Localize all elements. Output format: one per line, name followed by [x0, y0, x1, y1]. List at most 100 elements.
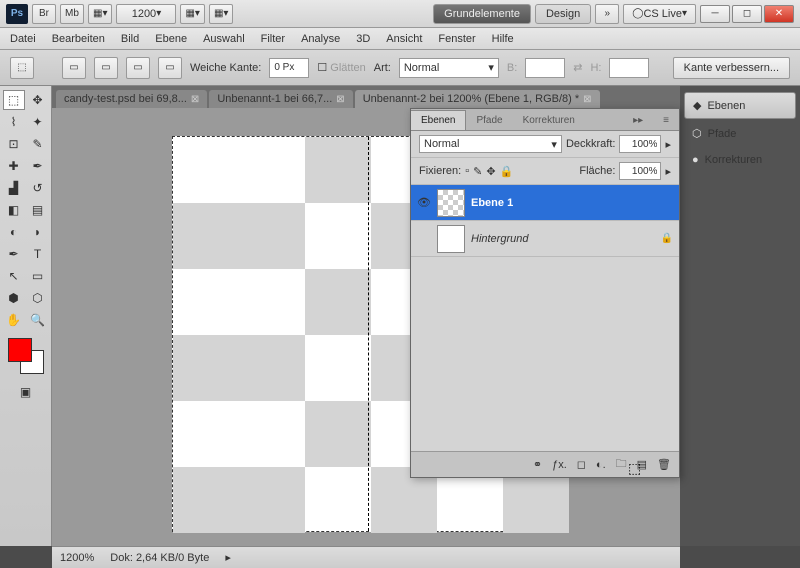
menu-bearbeiten[interactable]: Bearbeiten: [52, 33, 105, 45]
doc-info[interactable]: Dok: 2,64 KB/0 Byte: [110, 552, 209, 564]
close-icon[interactable]: ⊠: [583, 94, 591, 105]
crop-tool[interactable]: ⊡: [3, 134, 25, 154]
opacity-arrow-icon[interactable]: ▸: [665, 138, 671, 151]
path-tool[interactable]: ↖: [3, 266, 25, 286]
workspace-more-button[interactable]: »: [595, 4, 619, 24]
bridge-button[interactable]: Br: [32, 4, 56, 24]
menu-hilfe[interactable]: Hilfe: [492, 33, 514, 45]
adjust-icon[interactable]: ◐.: [596, 459, 606, 471]
move-tool[interactable]: ✥: [27, 90, 49, 110]
dock-pfade[interactable]: ⬡ Pfade: [684, 121, 796, 146]
mb-button[interactable]: Mb: [60, 4, 84, 24]
screen-mode-button[interactable]: ▦▾: [88, 4, 112, 24]
doc-tab-2[interactable]: Unbenannt-2 bei 1200% (Ebene 1, RGB/8) *…: [355, 90, 600, 108]
layer-name[interactable]: Hintergrund: [471, 233, 655, 245]
fill-arrow-icon[interactable]: ▸: [665, 165, 671, 178]
art-select[interactable]: Normal▾: [399, 58, 499, 78]
select-sub[interactable]: ▭: [126, 57, 150, 79]
doc-tab-1[interactable]: Unbenannt-1 bei 66,7...⊠: [209, 90, 352, 108]
panel-tab-ebenen[interactable]: Ebenen: [411, 110, 466, 130]
guide-line: [368, 137, 369, 531]
new-layer-icon[interactable]: ▤: [637, 458, 647, 471]
layer-thumb[interactable]: [437, 225, 465, 253]
panel-collapse-icon[interactable]: ▸▸: [623, 111, 653, 130]
wand-tool[interactable]: ✦: [27, 112, 49, 132]
close-icon[interactable]: ⊠: [336, 94, 344, 105]
glatten-checkbox[interactable]: ☐ Glätten: [317, 61, 365, 74]
type-tool[interactable]: T: [27, 244, 49, 264]
layer-thumb[interactable]: [437, 189, 465, 217]
brush-tool[interactable]: ✒: [27, 156, 49, 176]
maximize-button[interactable]: ◻: [732, 5, 762, 23]
close-button[interactable]: ✕: [764, 5, 794, 23]
lock-move-icon[interactable]: ✥: [486, 165, 495, 178]
zoom-input[interactable]: 1200 ▾: [116, 4, 176, 24]
lock-all-icon[interactable]: 🔒: [500, 165, 514, 178]
color-swatches[interactable]: [8, 338, 44, 374]
hand-tool[interactable]: ✋: [3, 310, 25, 330]
menu-3d[interactable]: 3D: [356, 33, 370, 45]
doc-tab-0[interactable]: candy-test.psd bei 69,8...⊠: [56, 90, 207, 108]
link-icon[interactable]: ⚭: [533, 458, 542, 471]
breite-input: [525, 58, 565, 78]
gradient-tool[interactable]: ▤: [27, 200, 49, 220]
layer-row[interactable]: 👁 Ebene 1: [411, 185, 679, 221]
eyedrop-tool[interactable]: ✎: [27, 134, 49, 154]
panel-tab-korr[interactable]: Korrekturen: [513, 111, 585, 130]
workspace-grundelemente[interactable]: Grundelemente: [433, 4, 531, 24]
lock-trans-icon[interactable]: ▫: [465, 165, 469, 177]
refine-edge-button[interactable]: Kante verbessern...: [673, 57, 790, 79]
3dcam-tool[interactable]: ⬡: [27, 288, 49, 308]
menu-filter[interactable]: Filter: [261, 33, 285, 45]
doc-info-arrow-icon[interactable]: ▸: [225, 551, 231, 564]
menu-fenster[interactable]: Fenster: [438, 33, 475, 45]
dodge-tool[interactable]: ◗: [27, 222, 49, 242]
close-icon[interactable]: ⊠: [191, 94, 199, 105]
dock-ebenen[interactable]: ◆ Ebenen: [684, 92, 796, 119]
workspace-design[interactable]: Design: [535, 4, 591, 24]
select-add[interactable]: ▭: [94, 57, 118, 79]
tool-preset[interactable]: ⬚: [10, 57, 34, 79]
eraser-tool[interactable]: ◧: [3, 200, 25, 220]
fx-icon[interactable]: ƒx.: [552, 459, 567, 471]
fill-input[interactable]: [619, 162, 661, 180]
dock-korrekturen[interactable]: ● Korrekturen: [684, 148, 796, 172]
history-tool[interactable]: ↺: [27, 178, 49, 198]
arrange-1-button[interactable]: ▦▾: [180, 4, 204, 24]
mask-icon[interactable]: ◻: [577, 458, 586, 471]
opacity-input[interactable]: [619, 135, 661, 153]
group-icon[interactable]: 🗀: [616, 455, 627, 474]
menu-analyse[interactable]: Analyse: [301, 33, 340, 45]
select-int[interactable]: ▭: [158, 57, 182, 79]
menu-datei[interactable]: Datei: [10, 33, 36, 45]
cslive-button[interactable]: ◯ CS Live ▾: [623, 4, 696, 24]
heal-tool[interactable]: ✚: [3, 156, 25, 176]
lock-paint-icon[interactable]: ✎: [473, 165, 482, 178]
menu-ansicht[interactable]: Ansicht: [386, 33, 422, 45]
arrange-2-button[interactable]: ▦▾: [209, 4, 233, 24]
layer-name[interactable]: Ebene 1: [471, 197, 673, 209]
zoom-tool[interactable]: 🔍: [27, 310, 49, 330]
menu-ebene[interactable]: Ebene: [155, 33, 187, 45]
layer-row[interactable]: Hintergrund 🔒: [411, 221, 679, 257]
menu-auswahl[interactable]: Auswahl: [203, 33, 245, 45]
panel-menu-icon[interactable]: ≡: [653, 111, 679, 130]
lasso-tool[interactable]: ⌇: [3, 112, 25, 132]
panel-tab-pfade[interactable]: Pfade: [466, 111, 512, 130]
pen-tool[interactable]: ✒: [3, 244, 25, 264]
stamp-tool[interactable]: ▟: [3, 178, 25, 198]
visibility-icon[interactable]: [417, 232, 431, 246]
feather-input[interactable]: [269, 58, 309, 78]
select-new[interactable]: ▭: [62, 57, 86, 79]
zoom-status[interactable]: 1200%: [60, 552, 94, 564]
blur-tool[interactable]: ◐: [3, 222, 25, 242]
menu-bild[interactable]: Bild: [121, 33, 139, 45]
shape-tool[interactable]: ▭: [27, 266, 49, 286]
marquee-tool[interactable]: ⬚: [3, 90, 25, 110]
mask-mode[interactable]: ▣: [15, 382, 37, 402]
visibility-icon[interactable]: 👁: [417, 196, 431, 210]
minimize-button[interactable]: ─: [700, 5, 730, 23]
3d-tool[interactable]: ⬢: [3, 288, 25, 308]
blend-mode-select[interactable]: Normal▾: [419, 135, 562, 153]
trash-icon[interactable]: 🗑: [657, 458, 671, 471]
